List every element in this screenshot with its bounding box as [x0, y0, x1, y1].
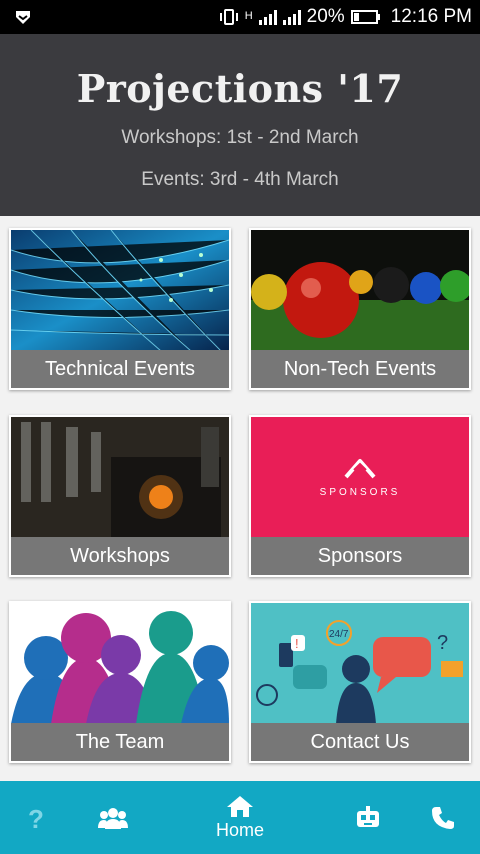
tile-contact-us[interactable]: 24/7 ? ! Contact Us — [249, 601, 471, 763]
battery-icon — [350, 10, 380, 24]
nav-home-label: Home — [215, 820, 264, 840]
tile-workshops[interactable]: Workshops — [9, 415, 231, 577]
nav-team[interactable] — [96, 781, 130, 854]
nav-contact[interactable] — [428, 781, 458, 854]
nav-faq[interactable]: ? — [20, 781, 52, 854]
fiber-optics-image — [11, 230, 229, 351]
tile-non-tech-events[interactable]: Non-Tech Events — [249, 228, 471, 390]
vibrate-icon — [219, 9, 238, 25]
contact-illustration: 24/7 ? ! — [251, 603, 469, 724]
tile-the-team[interactable]: The Team — [9, 601, 231, 763]
group-icon — [98, 807, 128, 829]
bottom-navigation: ? Home — [0, 781, 480, 854]
notification-icon — [16, 11, 30, 24]
battery-percent: 20% — [306, 6, 345, 27]
clock: 12:16 PM — [390, 6, 472, 27]
tile-label: Contact Us — [251, 723, 469, 761]
workshops-dates: Workshops: 1st - 2nd March — [121, 127, 359, 148]
signal-icon-2 — [282, 9, 301, 25]
page-title: Projections '17 — [76, 66, 404, 111]
tile-label: Workshops — [11, 537, 229, 575]
tile-label: Non-Tech Events — [251, 350, 469, 388]
handshake-icon — [344, 459, 376, 479]
nav-sponsors[interactable] — [352, 781, 384, 854]
billiard-balls-image — [251, 230, 469, 351]
question-icon: ? — [28, 804, 44, 832]
team-illustration — [11, 603, 229, 724]
contact-247-text: 24/7 — [329, 629, 349, 640]
svg-text:?: ? — [437, 632, 448, 654]
tile-label: Technical Events — [11, 350, 229, 388]
tile-label: The Team — [11, 723, 229, 761]
tile-label: Sponsors — [251, 537, 469, 575]
bot-icon — [357, 805, 379, 827]
events-dates: Events: 3rd - 4th March — [141, 169, 339, 190]
app-header: Projections '17 Workshops: 1st - 2nd Mar… — [0, 34, 480, 216]
status-bar: H 20% 12:16 PM — [0, 0, 480, 34]
svg-text:!: ! — [295, 636, 299, 651]
svg-text:?: ? — [28, 804, 44, 832]
nav-home[interactable]: Home — [205, 781, 275, 854]
tile-technical-events[interactable]: Technical Events — [9, 228, 231, 390]
factory-image — [11, 417, 229, 538]
sponsors-banner: SPONSORS — [251, 417, 469, 538]
network-type: H — [244, 10, 253, 22]
tile-sponsors[interactable]: SPONSORS Sponsors — [249, 415, 471, 577]
signal-icon — [258, 9, 277, 25]
phone-icon — [432, 806, 454, 829]
sponsors-banner-text: SPONSORS — [319, 487, 401, 498]
menu-grid: Technical Events Non-Tech Events Worksho… — [0, 216, 480, 781]
home-icon — [227, 796, 253, 817]
